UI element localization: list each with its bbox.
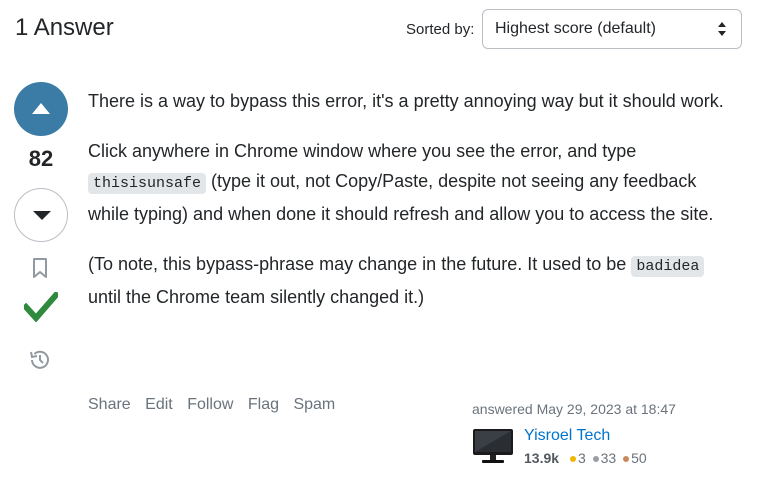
arrow-up-icon (32, 103, 50, 114)
downvote-button[interactable] (14, 188, 68, 242)
checkmark-icon (24, 292, 58, 322)
post-actions: Share Edit Follow Flag Spam (88, 396, 345, 414)
post-text: (To note, this bypass-phrase may change … (88, 254, 632, 274)
gold-badge-dot (569, 455, 576, 462)
answers-header-title: 1 Answer (15, 14, 114, 41)
silver-badge-dot (592, 455, 599, 462)
upvote-button[interactable] (14, 82, 68, 136)
bookmark-icon[interactable] (31, 257, 49, 279)
silver-badge-count: 33 (600, 450, 617, 466)
post-paragraph: There is a way to bypass this error, it'… (88, 91, 724, 111)
sort-select[interactable]: Highest score (default) (482, 9, 742, 49)
history-icon[interactable] (28, 348, 52, 372)
sort-label: Sorted by: (406, 21, 475, 38)
bronze-badge-count: 50 (631, 450, 647, 466)
user-name-link[interactable]: Yisroel Tech (524, 427, 610, 445)
post-text: Click anywhere in Chrome window where yo… (88, 141, 637, 161)
post-body: There is a way to bypass this error, it'… (88, 86, 738, 332)
bronze-badge-dot (623, 455, 630, 462)
code-badidea: badidea (631, 256, 705, 277)
follow-link[interactable]: Follow (187, 396, 233, 413)
spam-link[interactable]: Spam (293, 396, 335, 413)
edit-link[interactable]: Edit (145, 396, 173, 413)
post-paragraph: Click anywhere in Chrome window where yo… (88, 136, 738, 229)
sort-select-value: Highest score (default) (495, 20, 656, 37)
share-link[interactable]: Share (88, 396, 131, 413)
flag-link[interactable]: Flag (248, 396, 279, 413)
answered-timestamp: answered May 29, 2023 at 18:47 (472, 401, 676, 417)
avatar[interactable] (472, 425, 514, 465)
arrow-down-icon (33, 211, 51, 220)
sort-arrows-icon (718, 22, 726, 36)
post-paragraph: (To note, this bypass-phrase may change … (88, 249, 738, 312)
post-text: until the Chrome team silently changed i… (88, 287, 425, 307)
reputation-score: 13.9k (524, 450, 560, 466)
gold-badge-count: 3 (577, 450, 586, 466)
user-reputation: 13.9k 3 33 50 (524, 450, 647, 466)
vote-score: 82 (28, 146, 54, 171)
code-thisisunsafe: thisisunsafe (88, 173, 207, 194)
